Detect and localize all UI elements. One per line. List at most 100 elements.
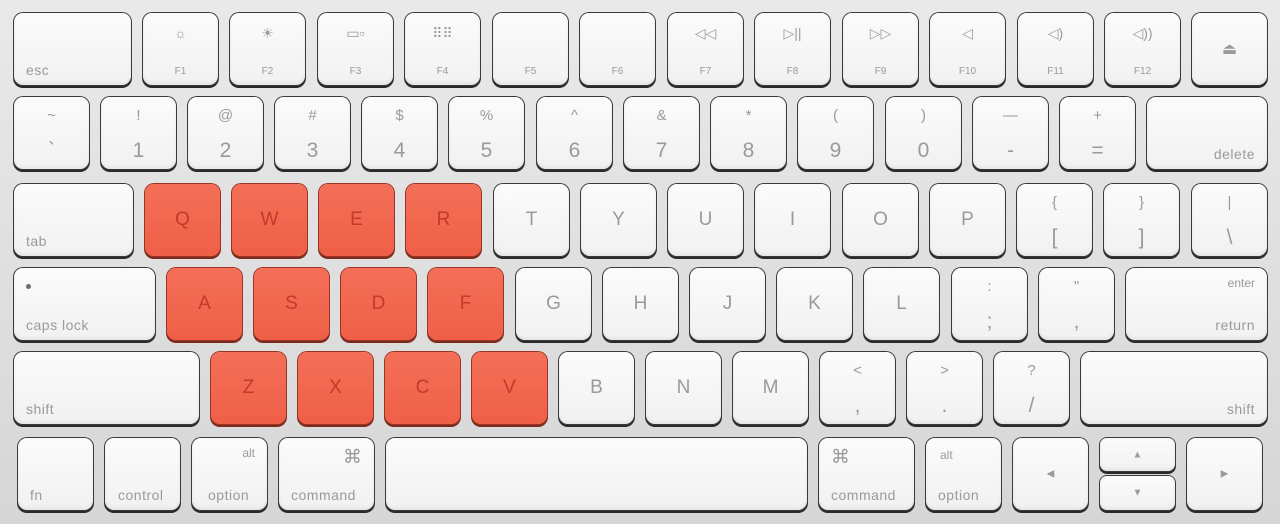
f2-label: F2 [261, 66, 274, 77]
f1-label: F1 [174, 66, 187, 77]
f3-key[interactable]: ▭▫ F3 [318, 13, 393, 85]
f6-label: F6 [611, 66, 624, 77]
f12-key[interactable]: ◁)) F12 [1105, 13, 1180, 85]
key-h[interactable]: H [603, 268, 678, 340]
arrow-down-key[interactable]: ▼ [1100, 476, 1175, 510]
key-t[interactable]: T [494, 184, 569, 256]
f4-key[interactable]: ⠿⠿ F4 [405, 13, 480, 85]
key-1-label: 1 [132, 139, 145, 162]
key-minus[interactable]: — - [973, 97, 1048, 169]
key-7[interactable]: & 7 [624, 97, 699, 169]
left-option-key[interactable]: alt option [192, 438, 267, 510]
key-q[interactable]: Q [145, 184, 220, 256]
f6-key[interactable]: F6 [580, 13, 655, 85]
key-m[interactable]: M [733, 352, 808, 424]
key-c-label: C [415, 377, 430, 398]
key-right-bracket[interactable]: } ] [1104, 184, 1179, 256]
key-9-label: 9 [829, 139, 842, 162]
key-i[interactable]: I [755, 184, 830, 256]
key-f[interactable]: F [428, 268, 503, 340]
left-command-key[interactable]: ⌘ command [279, 438, 374, 510]
right-shift-key[interactable]: shift [1081, 352, 1267, 424]
key-8[interactable]: * 8 [711, 97, 786, 169]
fn-key[interactable]: fn [18, 438, 93, 510]
right-command-key[interactable]: ⌘ command [819, 438, 914, 510]
key-w[interactable]: W [232, 184, 307, 256]
arrow-up-key[interactable]: ▲ [1100, 438, 1175, 471]
f5-key[interactable]: F5 [493, 13, 568, 85]
key-comma[interactable]: < , [820, 352, 895, 424]
left-shift-key[interactable]: shift [14, 352, 199, 424]
key-o[interactable]: O [843, 184, 918, 256]
key-comma-symbol: , [854, 394, 861, 417]
control-label: control [118, 487, 164, 503]
key-backslash[interactable]: | \ [1192, 184, 1267, 256]
control-key[interactable]: control [105, 438, 180, 510]
key-2[interactable]: @ 2 [188, 97, 263, 169]
eject-key[interactable]: ⏏ [1192, 13, 1267, 85]
key-minus-shift: — [1003, 107, 1018, 124]
key-backtick[interactable]: ~ ` [14, 97, 89, 169]
key-l[interactable]: L [864, 268, 939, 340]
key-c[interactable]: C [385, 352, 460, 424]
key-equals[interactable]: + = [1060, 97, 1135, 169]
key-j[interactable]: J [690, 268, 765, 340]
esc-key[interactable]: esc [14, 13, 131, 85]
key-period[interactable]: > . [907, 352, 982, 424]
f1-key[interactable]: ☼ F1 [143, 13, 218, 85]
key-5[interactable]: % 5 [449, 97, 524, 169]
key-3[interactable]: # 3 [275, 97, 350, 169]
f11-key[interactable]: ◁) F11 [1018, 13, 1093, 85]
key-x[interactable]: X [298, 352, 373, 424]
mute-icon: ◁ [962, 25, 973, 41]
tab-key[interactable]: tab [14, 184, 133, 256]
key-y[interactable]: Y [581, 184, 656, 256]
key-6[interactable]: ^ 6 [537, 97, 612, 169]
key-9[interactable]: ( 9 [798, 97, 873, 169]
key-r-label: R [436, 209, 451, 230]
caps-lock-key[interactable]: caps lock [14, 268, 155, 340]
key-p[interactable]: P [930, 184, 1005, 256]
key-slash[interactable]: ? / [994, 352, 1069, 424]
arrow-right-key[interactable]: ▶ [1187, 438, 1262, 510]
key-3-shift: # [308, 107, 317, 124]
key-n[interactable]: N [646, 352, 721, 424]
arrow-left-key[interactable]: ◀ [1013, 438, 1088, 510]
key-b[interactable]: B [559, 352, 634, 424]
key-0-label: 0 [917, 139, 930, 162]
f2-key[interactable]: ☀ F2 [230, 13, 305, 85]
key-r[interactable]: R [406, 184, 481, 256]
return-key[interactable]: enter return [1126, 268, 1267, 340]
tab-label: tab [26, 233, 47, 249]
key-g[interactable]: G [516, 268, 591, 340]
key-quote[interactable]: " , [1039, 268, 1114, 340]
f8-key[interactable]: ▷|| F8 [755, 13, 830, 85]
key-s[interactable]: S [254, 268, 329, 340]
key-v[interactable]: V [472, 352, 547, 424]
f7-label: F7 [699, 66, 712, 77]
space-bar[interactable] [386, 438, 807, 510]
f7-key[interactable]: ◁◁ F7 [668, 13, 743, 85]
key-0[interactable]: ) 0 [886, 97, 961, 169]
key-d[interactable]: D [341, 268, 416, 340]
arrow-right-icon: ▶ [1220, 468, 1229, 480]
key-z[interactable]: Z [211, 352, 286, 424]
f9-key[interactable]: ▷▷ F9 [843, 13, 918, 85]
f10-key[interactable]: ◁ F10 [930, 13, 1005, 85]
key-k[interactable]: K [777, 268, 852, 340]
delete-key[interactable]: delete [1147, 97, 1267, 169]
right-option-key[interactable]: alt option [926, 438, 1001, 510]
eject-icon: ⏏ [1221, 41, 1238, 58]
key-left-bracket[interactable]: { [ [1017, 184, 1092, 256]
key-u[interactable]: U [668, 184, 743, 256]
key-1[interactable]: ! 1 [101, 97, 176, 169]
key-s-label: S [285, 293, 298, 314]
key-e[interactable]: E [319, 184, 394, 256]
key-a[interactable]: A [167, 268, 242, 340]
key-7-label: 7 [655, 139, 668, 162]
key-period-symbol: . [941, 394, 948, 417]
key-4[interactable]: $ 4 [362, 97, 437, 169]
key-semicolon[interactable]: : ; [952, 268, 1027, 340]
f8-label: F8 [786, 66, 799, 77]
key-slash-symbol: / [1028, 394, 1035, 417]
